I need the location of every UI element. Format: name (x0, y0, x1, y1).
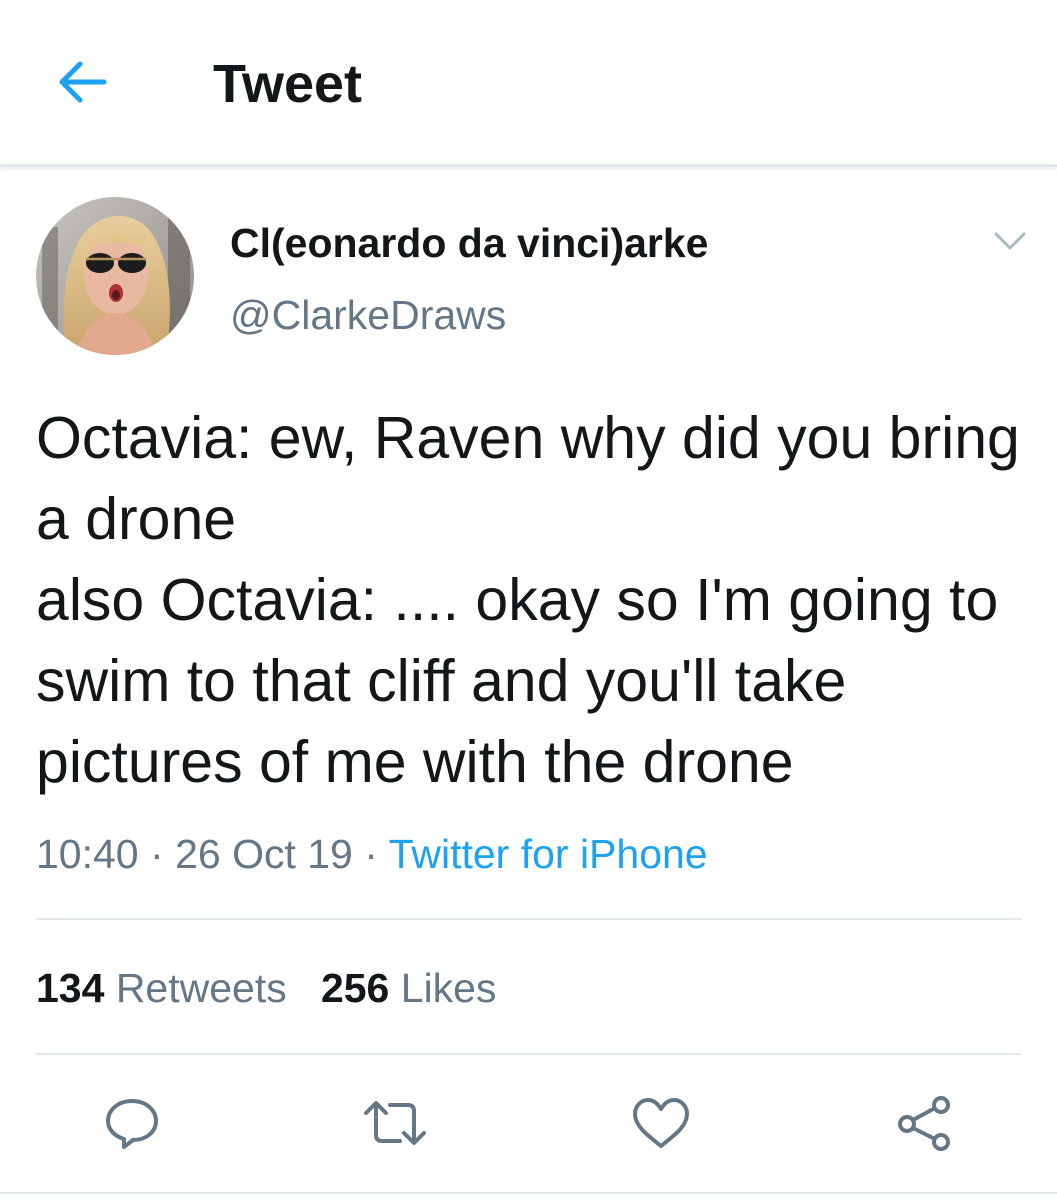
reply-button[interactable] (97, 1090, 167, 1156)
divider (0, 1192, 1057, 1194)
meta-separator: · (364, 831, 378, 877)
top-bar: Tweet (0, 0, 1057, 167)
page-title: Tweet (213, 54, 363, 114)
like-button[interactable] (626, 1090, 696, 1156)
retweet-button[interactable] (360, 1090, 430, 1156)
retweet-icon (364, 1101, 426, 1145)
retweets-label: Retweets (115, 965, 287, 1011)
retweets-stat[interactable]: 134 Retweets (36, 965, 287, 1011)
share-button[interactable] (890, 1090, 960, 1156)
chevron-down-icon (994, 232, 1026, 250)
retweets-count: 134 (36, 965, 105, 1011)
author-handle[interactable]: @ClarkeDraws (230, 290, 506, 340)
tweet-menu-button[interactable] (988, 224, 1032, 258)
tweet-text: Octavia: ew, Raven why did you bring a d… (36, 405, 1020, 795)
tweet-date: 26 Oct 19 (175, 831, 353, 877)
likes-label: Likes (400, 965, 497, 1011)
arrow-left-icon (59, 61, 107, 103)
tweet-meta: 10:40 · 26 Oct 19 · Twitter for iPhone (36, 827, 708, 881)
meta-separator: · (150, 831, 164, 877)
divider (36, 918, 1021, 920)
tweet-stats: 134 Retweets 256 Likes (36, 962, 496, 1014)
likes-stat[interactable]: 256 Likes (321, 965, 497, 1011)
reply-icon (106, 1099, 158, 1149)
profile-photo (36, 197, 194, 355)
share-icon (898, 1096, 950, 1151)
tweet-time: 10:40 (36, 831, 139, 877)
likes-count: 256 (320, 965, 390, 1011)
heart-icon (633, 1098, 689, 1148)
avatar[interactable] (36, 197, 194, 355)
author-name[interactable]: Cl(eonardo da vinci)arke (230, 218, 708, 268)
tweet-source-link[interactable]: Twitter for iPhone (389, 831, 708, 877)
divider (36, 1053, 1021, 1055)
back-button[interactable] (50, 54, 114, 110)
